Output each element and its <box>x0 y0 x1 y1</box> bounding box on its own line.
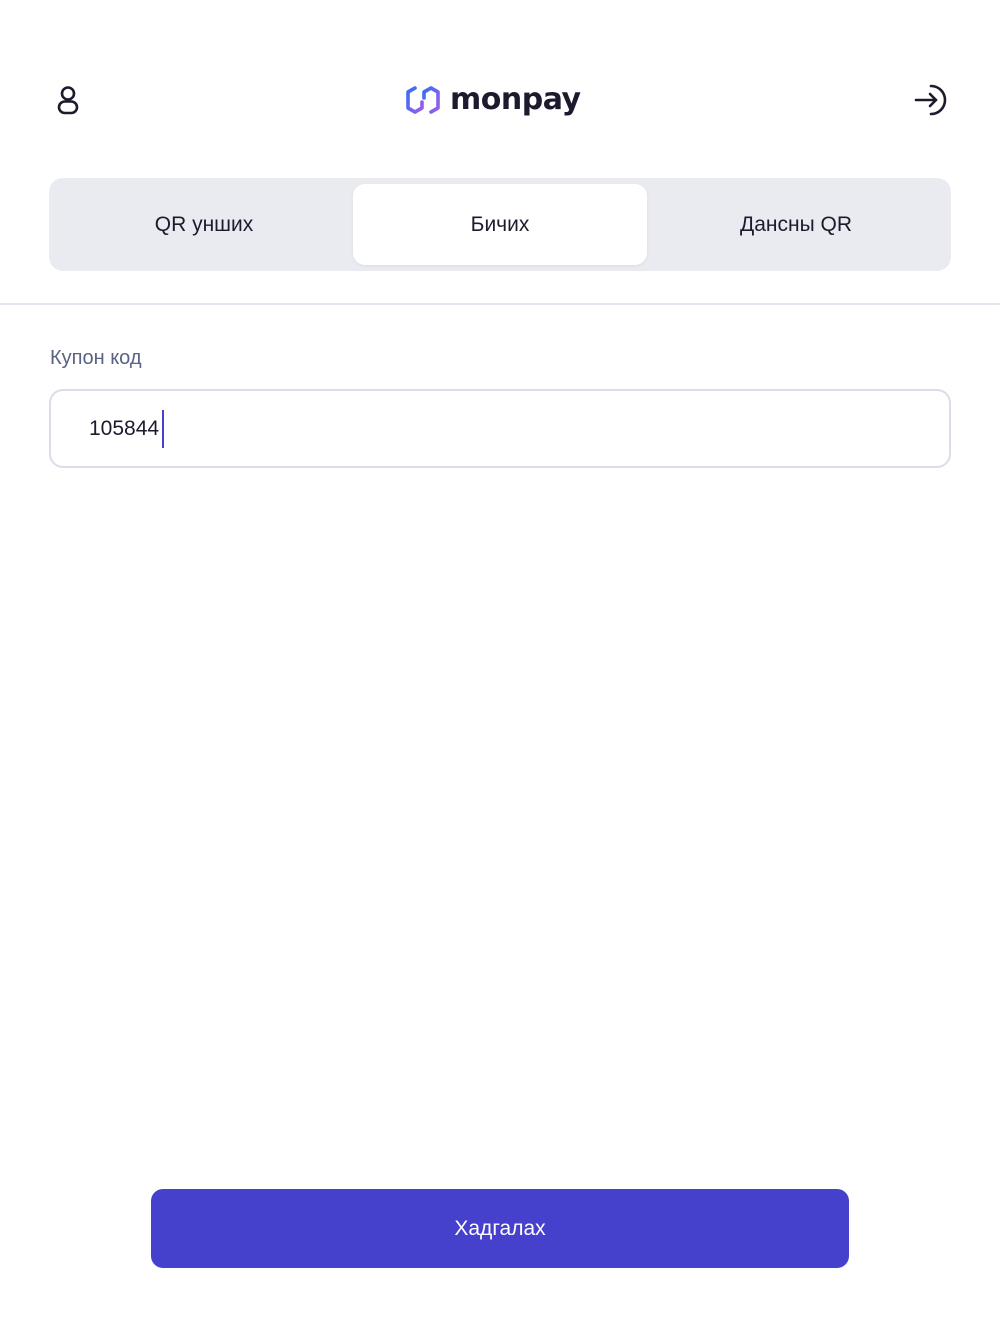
profile-button[interactable] <box>46 78 90 122</box>
coupon-code-label: Купон код <box>50 347 142 369</box>
tab-account-qr[interactable]: Дансны QR <box>647 184 945 265</box>
mode-tabs: QR унших Бичих Дансны QR <box>49 178 951 271</box>
text-caret <box>162 409 165 448</box>
logout-button[interactable] <box>908 78 954 122</box>
monpay-logo-icon <box>406 86 440 114</box>
coupon-code-value: 105844 <box>89 416 160 440</box>
logout-icon <box>914 84 947 116</box>
save-button[interactable]: Хадгалах <box>151 1189 849 1268</box>
monpay-logo: monpay <box>402 82 581 118</box>
app-header: monpay <box>0 0 1000 180</box>
tab-write[interactable]: Бичих <box>353 184 647 265</box>
logo-text: monpay <box>450 82 581 117</box>
coupon-code-input[interactable]: 105844 <box>49 389 951 468</box>
user-icon <box>57 86 79 115</box>
tab-qr-scan[interactable]: QR унших <box>55 184 353 265</box>
divider <box>0 303 1000 305</box>
